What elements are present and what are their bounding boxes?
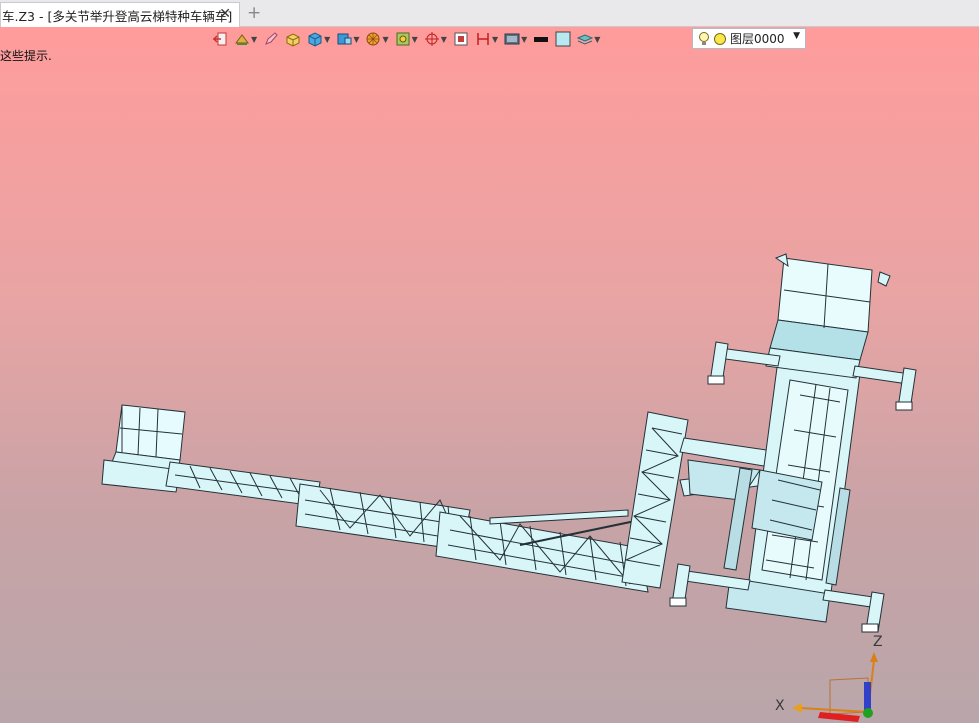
axis-x-label: X	[775, 698, 785, 714]
hydraulic-cylinder	[489, 509, 629, 525]
3d-viewport[interactable]: ▼ ▼ ▼ ▼ ▼ ▼ ▼ ▼ ▼ 图层0000 ▼ 这些提示. Z X	[0, 27, 979, 723]
axis-z-label: Z	[873, 634, 883, 650]
axis-triad	[792, 652, 878, 722]
document-tab-title: 车.Z3 - [多关节举升登高云梯特种车辆车]	[2, 8, 233, 24]
boom-section-1	[165, 461, 321, 507]
document-tab-strip: 车.Z3 - [多关节举升登高云梯特种车辆车] ✕ +	[0, 0, 979, 27]
new-tab-button[interactable]: +	[247, 3, 261, 23]
close-icon[interactable]: ✕	[219, 6, 231, 22]
document-tab[interactable]: 车.Z3 - [多关节举升登高云梯特种车辆车] ✕	[0, 2, 240, 27]
vehicle-model[interactable]	[0, 27, 979, 723]
tower-mast	[621, 411, 689, 589]
cad-window: 车.Z3 - [多关节举升登高云梯特种车辆车] ✕ + ▼ ▼ ▼ ▼ ▼ ▼ …	[0, 0, 979, 723]
truck-cab	[765, 253, 891, 379]
